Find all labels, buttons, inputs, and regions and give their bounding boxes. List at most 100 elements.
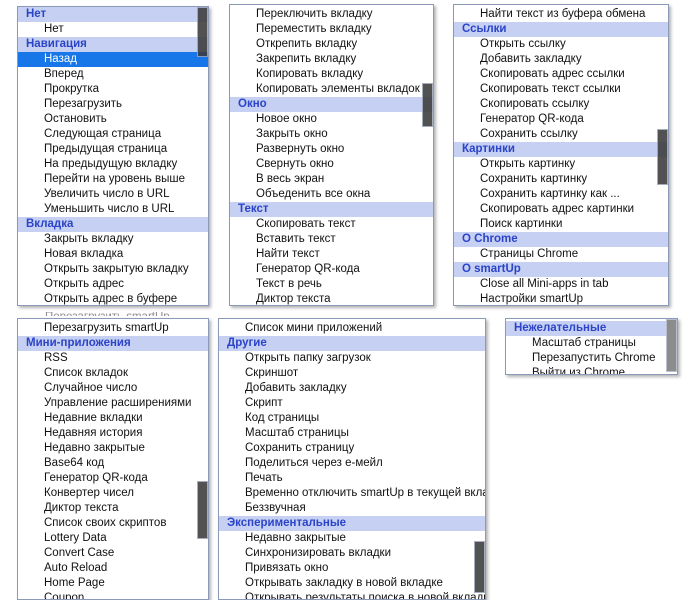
scrollbar-track-2[interactable] [422, 5, 433, 305]
menu-item[interactable]: Закрыть окно [230, 127, 433, 142]
menu-item[interactable]: Новое окно [230, 112, 433, 127]
scrollbar-thumb-5[interactable] [474, 541, 485, 593]
scrollbar-track-5[interactable] [474, 319, 485, 599]
menu-item[interactable]: Сохранить ссылку [454, 127, 668, 142]
menu-item[interactable]: Недавно закрытые [18, 441, 208, 456]
menu-item[interactable]: Открыть картинку [454, 157, 668, 172]
menu-item[interactable]: Копировать элементы вкладок [230, 82, 433, 97]
menu-item[interactable]: Открыть адрес [18, 277, 208, 292]
menu-item[interactable]: Генератор QR-кода [18, 471, 208, 486]
menu-item[interactable]: Масштаб страницы [506, 336, 677, 351]
menu-item[interactable]: Прокрутка [18, 82, 208, 97]
menu-item[interactable]: Генератор QR-кода [454, 112, 668, 127]
menu-item[interactable]: Перезагрузить [18, 97, 208, 112]
menu-item[interactable]: Код страницы [219, 411, 485, 426]
menu-item[interactable]: Переместить вкладку [230, 22, 433, 37]
commands-panel-mini-apps[interactable]: Перезагрузить smartUp Мини-приложения RSS С… [17, 318, 209, 600]
menu-item[interactable]: Переключить вкладку [230, 7, 433, 22]
scrollbar-thumb-3[interactable] [657, 129, 668, 185]
menu-item[interactable]: Добавить закладку [454, 52, 668, 67]
menu-item[interactable]: Открыть закрытую вкладку [18, 262, 208, 277]
menu-item[interactable]: Скриншот [219, 366, 485, 381]
menu-item[interactable]: Поделиться через е-мейл [219, 456, 485, 471]
menu-item[interactable]: На предыдущую вкладку [18, 157, 208, 172]
menu-item[interactable]: Временно отключить smartUp в текущей вкл… [219, 486, 485, 501]
scrollbar-thumb-1[interactable] [197, 7, 208, 57]
menu-item[interactable]: Сохранить страницу [219, 441, 485, 456]
menu-item[interactable]: Новая вкладка [18, 247, 208, 262]
menu-item[interactable]: Диктор текста [18, 501, 208, 516]
menu-item[interactable]: Скопировать ссылку [454, 97, 668, 112]
menu-item[interactable]: Страницы Chrome [454, 247, 668, 262]
menu-item[interactable]: Список вкладок [18, 366, 208, 381]
menu-item[interactable]: Добавить закладку [219, 381, 485, 396]
menu-item[interactable]: Base64 код [18, 456, 208, 471]
commands-panel-tab-window-text[interactable]: Переключить вкладку Переместить вкладку От… [229, 4, 434, 306]
menu-item[interactable]: Скопировать текст [230, 217, 433, 232]
menu-item[interactable]: Закрыть вкладку [18, 232, 208, 247]
menu-item[interactable]: Перезагрузить smartUp [18, 321, 208, 336]
commands-panel-navigation[interactable]: Нет Нет Навигация Назад Вперед Прокрутка Перез… [17, 6, 209, 306]
scrollbar-track-3[interactable] [657, 5, 668, 305]
scrollbar-thumb-6[interactable] [666, 319, 677, 372]
commands-panel-unwanted[interactable]: Нежелательные Масштаб страницы Перезапусти… [505, 318, 678, 375]
menu-item[interactable]: Случайное число [18, 381, 208, 396]
menu-item[interactable]: Auto Reload [18, 561, 208, 576]
menu-item[interactable]: Открыть папку загрузок [219, 351, 485, 366]
menu-item[interactable]: Найти текст из буфера обмена [454, 7, 668, 22]
menu-item[interactable]: Развернуть окно [230, 142, 433, 157]
menu-item[interactable]: Уменьшить число в URL [18, 202, 208, 217]
scrollbar-track-4[interactable] [197, 319, 208, 599]
menu-item[interactable]: Список своих скриптов [18, 516, 208, 531]
menu-item[interactable]: Convert Case [18, 546, 208, 561]
menu-item[interactable]: Вставить текст [230, 232, 433, 247]
commands-panel-links-images-about[interactable]: Найти текст из буфера обмена Ссылки Открыт… [453, 4, 669, 306]
scrollbar-thumb-2[interactable] [422, 83, 433, 127]
menu-item[interactable]: Вперед [18, 67, 208, 82]
menu-item[interactable]: Текст в речь [230, 277, 433, 292]
menu-item[interactable]: Открепить вкладку [230, 37, 433, 52]
menu-item[interactable]: Привязать окно [219, 561, 485, 576]
menu-item[interactable]: Беззвучная [219, 501, 485, 516]
menu-item[interactable]: Скопировать адрес ссылки [454, 67, 668, 82]
menu-item[interactable]: Home Page [18, 576, 208, 591]
menu-item[interactable]: Назад [18, 52, 208, 67]
scrollbar-track-6[interactable] [666, 319, 677, 374]
menu-item[interactable]: Синхронизировать вкладки [219, 546, 485, 561]
menu-item[interactable]: Найти текст [230, 247, 433, 262]
menu-item[interactable]: Список мини приложений [219, 321, 485, 336]
menu-item[interactable]: Скопировать текст ссылки [454, 82, 668, 97]
menu-item[interactable]: Недавно закрытые [219, 531, 485, 546]
menu-item[interactable]: Выйти из Chrome [506, 366, 677, 374]
menu-item[interactable]: Генератор QR-кода [230, 262, 433, 277]
menu-item[interactable]: Недавние вкладки [18, 411, 208, 426]
menu-item[interactable]: Перезапустить Chrome [506, 351, 677, 366]
menu-item[interactable]: Печать [219, 471, 485, 486]
scrollbar-track-1[interactable] [197, 7, 208, 305]
menu-item[interactable]: В весь экран [230, 172, 433, 187]
menu-item[interactable]: Недавняя история [18, 426, 208, 441]
scrollbar-thumb-4[interactable] [197, 481, 208, 539]
menu-item[interactable]: Нет [18, 22, 208, 37]
menu-item[interactable]: Close all Mini-apps in tab [454, 277, 668, 292]
menu-item[interactable]: Увеличить число в URL [18, 187, 208, 202]
menu-item[interactable]: Масштаб страницы [219, 426, 485, 441]
menu-item[interactable]: Скрипт [219, 396, 485, 411]
menu-item[interactable]: Lottery Data [18, 531, 208, 546]
menu-item[interactable]: Coupon [18, 591, 208, 599]
menu-item[interactable]: Закрепить вкладку [230, 52, 433, 67]
menu-item[interactable]: Остановить [18, 112, 208, 127]
menu-item[interactable]: Сохранить картинку [454, 172, 668, 187]
menu-item[interactable]: Открыть ссылку [454, 37, 668, 52]
menu-item[interactable]: Настройки smartUp [454, 292, 668, 305]
menu-item[interactable]: Скопировать адрес картинки [454, 202, 668, 217]
menu-item[interactable]: Диктор текста [230, 292, 433, 305]
menu-item[interactable]: Открывать результаты поиска в новой вкла… [219, 591, 485, 599]
menu-item[interactable]: Сохранить картинку как ... [454, 187, 668, 202]
menu-item[interactable]: Свернуть окно [230, 157, 433, 172]
menu-item[interactable]: Открыть адрес в буфере [18, 292, 208, 305]
menu-item[interactable]: Управление расширениями [18, 396, 208, 411]
menu-item[interactable]: Конвертер чисел [18, 486, 208, 501]
menu-item[interactable]: Объеденить все окна [230, 187, 433, 202]
menu-item[interactable]: Открывать закладку в новой вкладке [219, 576, 485, 591]
